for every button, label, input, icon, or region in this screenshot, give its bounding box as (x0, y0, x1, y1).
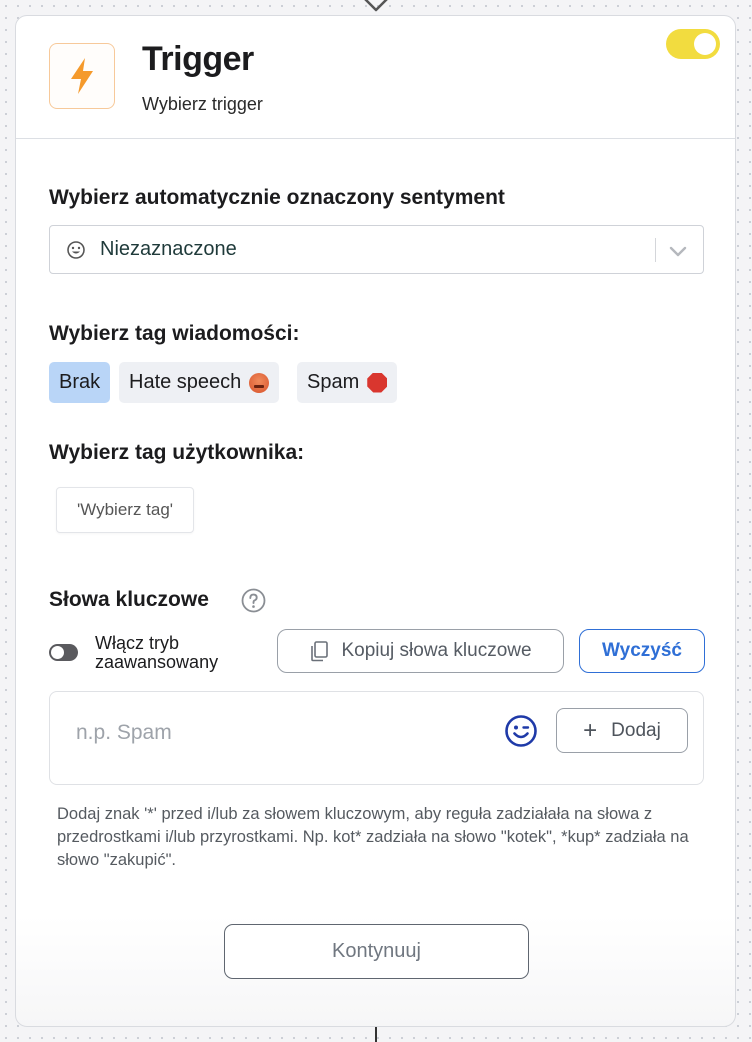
stop-sign-icon (367, 372, 388, 393)
angry-face-icon (249, 372, 270, 393)
sentiment-label: Wybierz automatycznie oznaczony sentymen… (49, 186, 505, 209)
continue-button[interactable]: Kontynuuj (224, 924, 529, 979)
tag-chip-hate-speech[interactable]: Hate speech (119, 362, 280, 403)
lightning-icon (49, 43, 115, 109)
toggle-knob (51, 646, 64, 659)
connector-line (375, 1027, 377, 1042)
help-icon[interactable] (241, 588, 266, 613)
card-subtitle: Wybierz trigger (142, 94, 263, 114)
plus-icon: + (583, 716, 598, 744)
tag-chip-label: Hate speech (129, 371, 242, 393)
user-tag-label: Wybierz tag użytkownika: (49, 441, 305, 464)
smile-icon (67, 241, 85, 259)
select-divider (655, 238, 656, 262)
add-keyword-label: Dodaj (611, 719, 661, 741)
keywords-label: Słowa kluczowe (49, 588, 209, 611)
sentiment-select[interactable]: Niezaznaczone (49, 225, 704, 274)
tag-chip-label: Brak (59, 371, 101, 393)
chevron-down-icon[interactable] (668, 241, 688, 261)
advanced-mode-label: Włącz tryb zaawansowany (95, 633, 219, 672)
message-tag-label: Wybierz tag wiadomości: (49, 322, 300, 345)
user-tag-select[interactable]: 'Wybierz tag' (56, 487, 194, 533)
trigger-card: Trigger Wybierz trigger Wybierz automaty… (15, 15, 736, 1027)
copy-keywords-label: Kopiuj słowa kluczowe (341, 640, 532, 661)
tag-chip-brak[interactable]: Brak (49, 362, 111, 403)
enable-toggle[interactable] (666, 29, 720, 59)
keyword-input-box: + Dodaj (49, 691, 704, 785)
clear-button[interactable]: Wyczyść (579, 629, 705, 673)
sentiment-value: Niezaznaczone (100, 238, 237, 260)
card-title: Trigger (142, 40, 254, 78)
add-keyword-button[interactable]: + Dodaj (556, 708, 688, 753)
keywords-hint: Dodaj znak '*' przed i/lub za słowem klu… (57, 805, 689, 869)
card-header: Trigger Wybierz trigger (16, 16, 735, 139)
keyword-input[interactable] (74, 712, 498, 754)
copy-icon (311, 641, 329, 662)
connector-arrow-icon (364, 0, 388, 12)
emoji-picker-icon[interactable] (504, 714, 538, 748)
toggle-knob (694, 33, 716, 55)
advanced-mode-toggle[interactable] (49, 644, 78, 661)
tag-chip-spam[interactable]: Spam (297, 362, 398, 403)
copy-keywords-button[interactable]: Kopiuj słowa kluczowe (277, 629, 564, 673)
tag-chip-label: Spam (307, 371, 360, 393)
